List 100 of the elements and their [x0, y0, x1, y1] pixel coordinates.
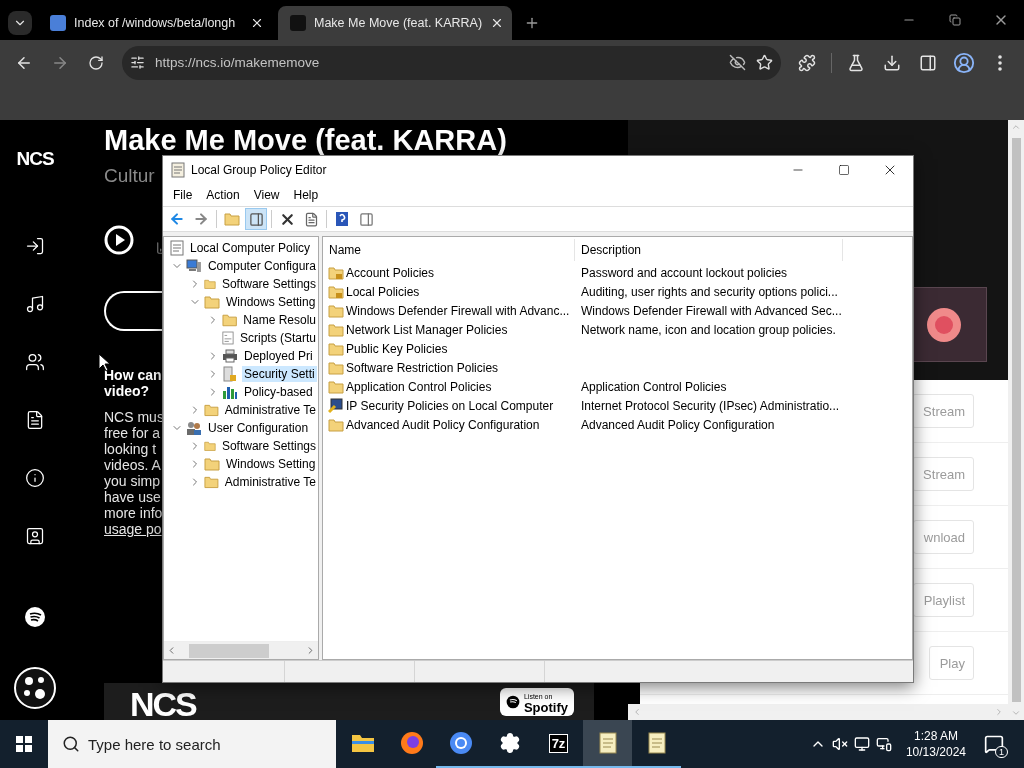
locked-folder-icon — [328, 265, 344, 280]
scroll-down-icon — [1011, 708, 1021, 718]
notepad-icon — [597, 731, 618, 755]
list-item[interactable]: Local Policies — [346, 284, 420, 299]
window-title: Local Group Policy Editor — [191, 163, 327, 177]
scroll-left-icon — [632, 707, 642, 717]
scrollbar-thumb[interactable] — [189, 643, 269, 658]
bar-chart-icon — [222, 385, 238, 399]
list-item[interactable]: Software Restriction Policies — [346, 360, 499, 375]
computer-icon — [186, 259, 202, 273]
subtitle: Cultur — [104, 165, 155, 187]
folder-icon — [328, 322, 344, 337]
folder-icon — [204, 457, 220, 471]
horizontal-scrollbar[interactable] — [164, 641, 318, 659]
menu-icon — [998, 54, 1002, 71]
document-icon — [303, 211, 319, 227]
list-item[interactable]: Advanced Audit Policy Configuration — [346, 417, 540, 432]
play-icon[interactable] — [104, 225, 134, 255]
list-item[interactable]: Application Control Policies — [346, 379, 492, 394]
folder-icon — [328, 360, 344, 375]
banner-logo: NCS — [130, 688, 196, 720]
site-info-icon[interactable] — [130, 55, 145, 70]
document-favicon-icon — [50, 15, 66, 31]
panel-icon — [358, 211, 374, 227]
menu-item[interactable]: Action — [199, 188, 247, 202]
scroll-up-icon — [1011, 122, 1021, 132]
user-file-icon[interactable] — [25, 526, 45, 546]
tree-item[interactable]: Software Settings — [219, 276, 318, 292]
tree-item[interactable]: Scripts (Startu — [237, 330, 318, 346]
login-icon[interactable] — [25, 236, 45, 256]
device-icon[interactable] — [875, 736, 892, 752]
document-icon[interactable] — [25, 410, 45, 430]
list-item[interactable]: Windows Defender Firewall with Advanc... — [346, 303, 570, 318]
folder-icon — [204, 277, 216, 291]
menu-item[interactable]: File — [166, 188, 200, 202]
tree-item[interactable]: Local Computer Policy — [188, 240, 313, 256]
spotify-icon[interactable] — [24, 606, 46, 628]
users-icon[interactable] — [25, 352, 45, 372]
settings-icon — [498, 732, 521, 754]
browser-tab[interactable]: Make Me Move (feat. KARRA) — [278, 6, 512, 40]
bookmark-star-icon[interactable] — [756, 54, 773, 71]
show-tree-button[interactable] — [245, 208, 267, 230]
clock[interactable]: 1:28 AM 10/13/2024 — [897, 728, 974, 760]
palette-logo-icon[interactable] — [13, 666, 57, 710]
menu-item[interactable]: View — [246, 188, 287, 202]
search-field[interactable]: Type here to search — [48, 720, 336, 768]
tree-item[interactable]: Computer Configura — [205, 258, 318, 274]
network-icon[interactable] — [853, 736, 870, 752]
list-item[interactable]: Network List Manager Policies — [346, 322, 508, 337]
windows-logo-icon — [16, 736, 32, 752]
taskbar-app[interactable] — [583, 720, 632, 768]
close-icon[interactable] — [250, 16, 264, 30]
tree-item[interactable]: Policy-based — [242, 384, 315, 400]
description-cell-text: Network name, icon and location group policies. — [580, 322, 836, 337]
tree-item[interactable]: User Configuration — [206, 420, 311, 436]
document-icon — [170, 240, 184, 256]
policy-document-icon — [171, 162, 185, 178]
search-icon — [62, 735, 80, 753]
notification-count: 1 — [995, 746, 1008, 758]
list-item[interactable]: IP Security Policies on Local Computer — [346, 398, 554, 413]
list-item[interactable]: Account Policies — [346, 265, 435, 280]
tab-search-button[interactable] — [8, 11, 32, 35]
tree-item[interactable]: Deployed Pri — [242, 348, 315, 364]
description-cell-text: Password and account lockout policies — [580, 265, 788, 280]
folder-icon — [224, 212, 240, 226]
usage-policy-link[interactable]: usage po — [104, 521, 162, 537]
music-note-icon[interactable] — [25, 294, 45, 314]
tree-item[interactable]: Windows Setting — [224, 294, 318, 310]
vertical-scrollbar[interactable] — [1008, 120, 1024, 720]
tree-item[interactable]: Administrative Te — [222, 402, 318, 418]
close-icon[interactable] — [490, 16, 504, 30]
side-panel-icon — [919, 53, 937, 72]
tree-item[interactable]: Name Resolu — [241, 312, 318, 328]
horizontal-scrollbar[interactable] — [628, 704, 1008, 720]
spotify-icon — [505, 695, 520, 709]
column-header[interactable]: Name — [323, 239, 575, 261]
tree-item[interactable]: Software Settings — [219, 438, 318, 454]
scrollbar-thumb[interactable] — [1011, 138, 1021, 702]
column-header[interactable]: Description — [575, 239, 843, 261]
notepad-icon — [646, 731, 667, 755]
site-favicon-icon — [290, 15, 306, 31]
menu-item[interactable]: Help — [286, 188, 326, 202]
browser-tab[interactable]: Index of /windows/beta/longh — [38, 6, 272, 40]
maximize-icon — [838, 164, 850, 176]
address-bar[interactable]: https://ncs.io/makememove — [122, 45, 781, 80]
scroll-right-icon — [994, 707, 1004, 717]
tree-item[interactable]: Administrative Te — [222, 474, 318, 490]
notifications-button[interactable]: 1 — [974, 720, 1014, 768]
eye-off-icon[interactable] — [729, 54, 746, 71]
description-cell-text: Advanced Audit Policy Configuration — [580, 417, 775, 432]
tree-item[interactable]: Windows Setting — [224, 456, 318, 472]
info-icon[interactable] — [25, 468, 45, 488]
folder-icon — [204, 403, 219, 417]
list-item[interactable]: Public Key Policies — [346, 341, 448, 356]
forward-arrow-icon — [193, 211, 209, 227]
description-cell-text: Application Control Policies — [580, 379, 727, 394]
security-icon — [222, 366, 238, 382]
tree-item[interactable]: Security Setti — [242, 366, 317, 382]
volume-muted-icon[interactable] — [831, 736, 848, 752]
site-logo[interactable]: NCS — [16, 148, 54, 170]
